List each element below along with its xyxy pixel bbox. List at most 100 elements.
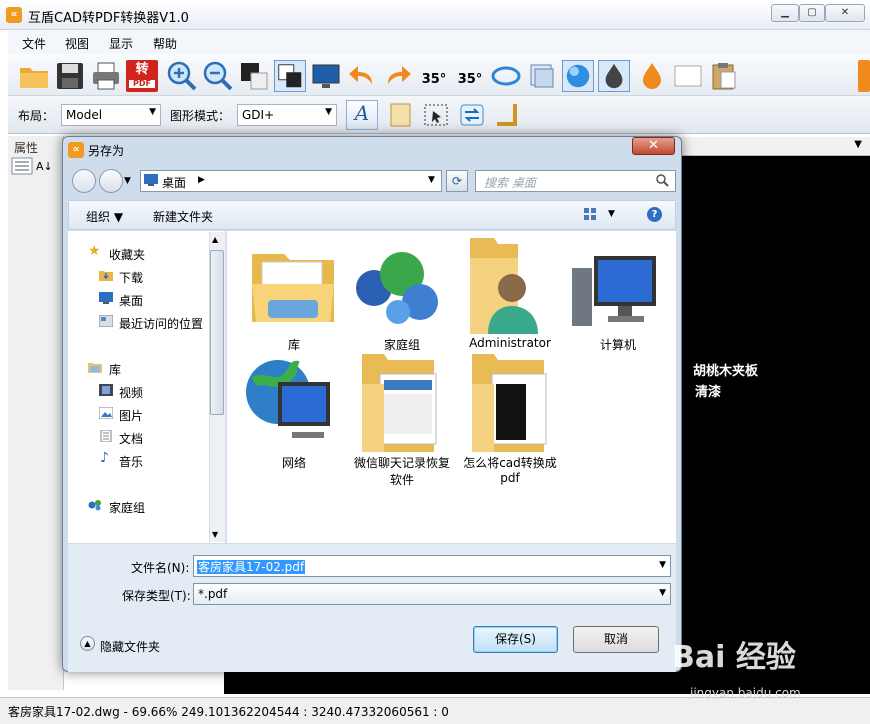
orange-drop-icon[interactable] [636, 60, 668, 92]
sort-icons[interactable]: A↓ [11, 157, 57, 175]
chevron-down-icon[interactable]: ▼ [659, 560, 666, 570]
convert-pdf-icon[interactable]: 转 PDF [126, 60, 158, 92]
blue-circle-icon[interactable] [562, 60, 594, 92]
maximize-button[interactable]: ▢ [799, 4, 825, 22]
nav-recent[interactable]: 最近访问的位置 [119, 315, 203, 332]
homegroup-icon[interactable] [352, 240, 444, 330]
star-icon: ★ [88, 243, 101, 259]
app-title: 互盾CAD转PDF转换器V1.0 [28, 11, 189, 26]
blank-page-icon[interactable] [672, 60, 704, 92]
clipboard-icon[interactable] [708, 60, 740, 92]
black-background-icon[interactable] [238, 60, 270, 92]
computer-icon[interactable] [570, 250, 662, 334]
dialog-title: 另存为 [88, 144, 125, 158]
mode-label: 图形模式： [170, 109, 231, 123]
library-folder-icon[interactable] [248, 240, 338, 330]
back-button[interactable] [72, 169, 96, 193]
menu-view[interactable]: 视图 [65, 35, 89, 52]
refresh-icon[interactable] [490, 60, 522, 92]
search-icon[interactable] [656, 174, 669, 187]
item-label: 家庭组 [383, 338, 420, 352]
minimize-button[interactable]: ▁ [771, 4, 799, 22]
chevron-down-icon[interactable]: ▼ [608, 209, 615, 219]
chevron-down-icon: ▼ [325, 107, 332, 117]
rotate-right-icon[interactable]: 35° [454, 60, 486, 92]
nav-homegroup[interactable]: 家庭组 [109, 499, 145, 516]
organize-button[interactable]: 组织 ▼ [86, 208, 123, 225]
filetype-select[interactable]: *.pdf ▼ [193, 583, 671, 605]
zoom-in-icon[interactable] [166, 60, 198, 92]
video-icon [99, 384, 113, 396]
folder-icon[interactable] [358, 354, 444, 452]
nav-libraries[interactable]: 库 [109, 361, 121, 378]
search-input[interactable]: 搜索 桌面 [475, 170, 676, 192]
user-folder-icon[interactable] [462, 238, 552, 334]
ink-drop-icon[interactable] [598, 60, 630, 92]
dialog-close-button[interactable]: ✕ [632, 137, 675, 155]
chevron-up-icon[interactable]: ▲ [80, 636, 95, 651]
watermark-logo: Bai 经验 [672, 640, 796, 675]
nav-documents[interactable]: 文档 [119, 430, 143, 447]
swap-icon[interactable] [456, 100, 488, 130]
item-label: 库 [287, 338, 300, 352]
select-tool-icon[interactable] [420, 100, 452, 130]
filetype-label: 保存类型(T): [122, 589, 191, 603]
nav-downloads[interactable]: 下载 [119, 269, 143, 286]
chevron-down-icon[interactable]: ▼ [212, 530, 218, 539]
menu-display[interactable]: 显示 [109, 35, 133, 52]
forward-button[interactable] [99, 169, 123, 193]
chevron-up-icon[interactable]: ▲ [212, 235, 218, 244]
filename-input[interactable]: 客房家具17-02.pdf ▼ [193, 555, 671, 577]
network-icon[interactable] [244, 356, 340, 450]
menu-help[interactable]: 帮助 [153, 35, 177, 52]
hide-folders-button[interactable]: 隐藏文件夹 [100, 638, 160, 655]
filename-value: 客房家具17-02.pdf [197, 560, 306, 574]
monitor-icon[interactable] [310, 60, 342, 92]
nav-music[interactable]: 音乐 [119, 453, 143, 470]
corner-tool-icon[interactable] [492, 100, 524, 130]
print-icon[interactable] [90, 60, 122, 92]
white-background-icon[interactable] [274, 60, 306, 92]
redo-icon[interactable] [382, 60, 414, 92]
chevron-down-icon[interactable]: ▼ [854, 139, 862, 150]
rotate-left-icon[interactable]: 35° [418, 60, 450, 92]
recent-places-icon [99, 315, 113, 327]
status-text: 客房家具17-02.dwg - 69.66% 249.101362204544 … [8, 705, 449, 719]
nav-videos[interactable]: 视频 [119, 384, 143, 401]
nav-favorites[interactable]: 收藏夹 [109, 246, 145, 263]
view-options-icon[interactable] [583, 207, 599, 221]
toolbar: 转 PDF 35° 35° [8, 54, 870, 96]
save-button[interactable]: 保存(S) [473, 626, 558, 653]
properties-title: 属性 [14, 141, 39, 155]
nav-desktop[interactable]: 桌面 [119, 292, 143, 309]
refresh-icon[interactable]: ⟳ [446, 170, 468, 192]
mode-select[interactable]: GDI+ ▼ [237, 104, 337, 126]
layout-value: Model [66, 108, 103, 122]
chevron-down-icon[interactable]: ▼ [124, 176, 131, 186]
rotate-left-label: 35° [421, 72, 447, 87]
orange-tab-icon[interactable] [858, 60, 870, 92]
open-folder-icon[interactable] [18, 60, 50, 92]
desktop-icon [99, 292, 113, 304]
layout-select[interactable]: Model ▼ [61, 104, 161, 126]
page-tool-icon[interactable] [384, 100, 416, 130]
layers-icon[interactable] [526, 60, 558, 92]
mode-value: GDI+ [242, 108, 275, 122]
undo-icon[interactable] [346, 60, 378, 92]
new-folder-button[interactable]: 新建文件夹 [153, 208, 213, 225]
nav-pictures[interactable]: 图片 [119, 407, 143, 424]
folder-icon[interactable] [468, 354, 554, 452]
chevron-down-icon[interactable]: ▼ [428, 175, 435, 185]
music-icon: ♪ [100, 450, 109, 466]
chevron-right-icon[interactable]: ▶ [198, 175, 205, 185]
zoom-out-icon[interactable] [202, 60, 234, 92]
scroll-thumb[interactable] [210, 250, 224, 415]
pictures-icon [99, 407, 113, 419]
text-tool-icon[interactable]: A [346, 100, 378, 130]
save-icon[interactable] [54, 60, 86, 92]
menu-file[interactable]: 文件 [22, 35, 46, 52]
downloads-icon [99, 271, 113, 281]
cancel-button[interactable]: 取消 [573, 626, 659, 653]
help-icon[interactable]: ? [647, 207, 662, 222]
close-button[interactable]: ✕ [825, 4, 865, 22]
